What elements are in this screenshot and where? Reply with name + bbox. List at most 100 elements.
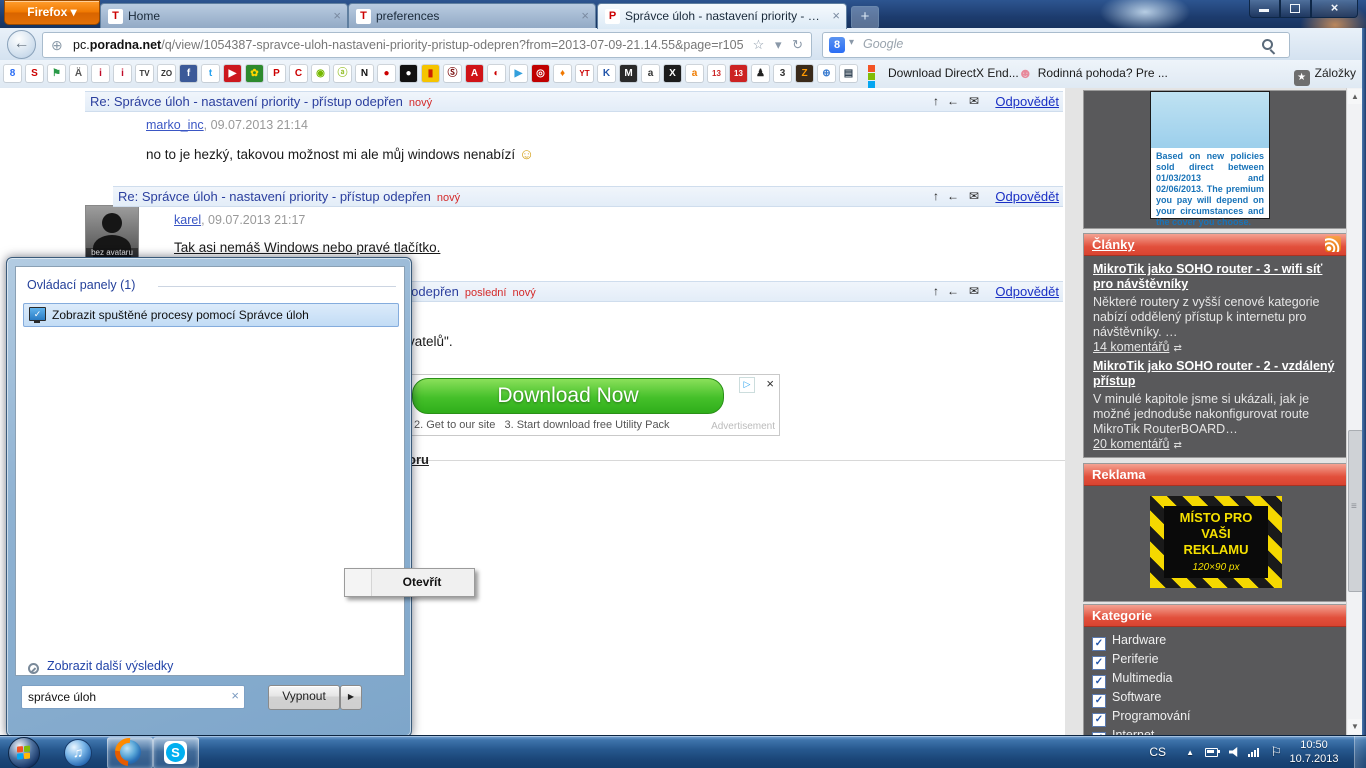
post-title[interactable]: Re: Správce úloh - nastavení priority - …	[90, 94, 403, 109]
translator-bookmark-icon[interactable]: Ä	[70, 65, 87, 82]
category-item-hardware[interactable]: ✓ Hardware	[1092, 633, 1346, 651]
articles-header-label[interactable]: Články	[1092, 237, 1135, 252]
close-icon[interactable]: ×	[581, 8, 589, 23]
checkbox-checked-icon[interactable]: ✓	[1092, 713, 1106, 727]
target-bookmark-icon[interactable]: ◎	[532, 65, 549, 82]
zing-bookmark-icon[interactable]: Z	[796, 65, 813, 82]
category-item-periferie[interactable]: ✓ Periferie	[1092, 652, 1346, 670]
minimize-button[interactable]	[1249, 0, 1280, 18]
globe-site-bookmark-icon[interactable]: ⊕	[818, 65, 835, 82]
bookmark-star-icon[interactable]: ☆	[753, 37, 765, 52]
bookmark-download-directx[interactable]: Download DirectX End...	[868, 65, 1019, 96]
shutdown-button[interactable]: Vypnout	[268, 685, 340, 710]
nhl-bookmark-icon[interactable]: N	[356, 65, 373, 82]
checkbox-checked-icon[interactable]: ✓	[1092, 694, 1106, 708]
bookmarks-menu-button[interactable]: ★ Záložky	[1293, 65, 1356, 86]
idnes-a-bookmark-icon[interactable]: i	[92, 65, 109, 82]
ski-bookmark-icon[interactable]: K	[598, 65, 615, 82]
checkbox-checked-icon[interactable]: ✓	[1092, 675, 1106, 689]
reload-icon[interactable]: ↻	[792, 37, 803, 52]
cesky-web-bookmark-icon[interactable]: C	[290, 65, 307, 82]
mail-icon[interactable]: ✉	[969, 92, 979, 111]
category-item-programování[interactable]: ✓ Programování	[1092, 709, 1346, 727]
shutdown-options-arrow[interactable]: ▶	[340, 685, 362, 710]
arrow-up-icon[interactable]: ↑	[933, 187, 939, 206]
poradna-net-bookmark-icon[interactable]: P	[268, 65, 285, 82]
scrollbar-down-button[interactable]: ▼	[1348, 719, 1362, 734]
flame-bookmark-icon[interactable]: ♦	[554, 65, 571, 82]
yt-mp3-bookmark-icon[interactable]: YT	[576, 65, 593, 82]
reply-link[interactable]: Odpovědět	[995, 282, 1059, 301]
reply-link[interactable]: Odpovědět	[995, 92, 1059, 111]
youtube-bookmark-icon[interactable]: ▶	[224, 65, 241, 82]
show-desktop-button[interactable]	[1354, 736, 1366, 768]
fotbal-bookmark-icon[interactable]: ●	[400, 65, 417, 82]
sport-ball-bookmark-icon[interactable]: ●	[378, 65, 395, 82]
sparta-praha-bookmark-icon[interactable]: Ⓢ	[444, 65, 461, 82]
adchoices-icon[interactable]: ▷	[739, 377, 755, 393]
twitter-bookmark-icon[interactable]: t	[202, 65, 219, 82]
alza-bookmark-icon[interactable]: a	[686, 65, 703, 82]
download-now-button[interactable]: Download Now	[412, 378, 724, 414]
scrollbar-thumb[interactable]	[1348, 430, 1363, 592]
sunflower-bookmark-icon[interactable]: ✿	[246, 65, 263, 82]
tab-preferences[interactable]: T preferences ×	[348, 3, 596, 29]
reader-bookmark-icon[interactable]: ▤	[840, 65, 857, 82]
bookmark-rodinna-pohoda[interactable]: ☻ Rodinná pohoda? Pre ...	[1018, 65, 1168, 83]
x-site-bookmark-icon[interactable]: X	[664, 65, 681, 82]
see-more-results-link[interactable]: Zobrazit další výsledky	[27, 659, 173, 673]
chevron-down-icon[interactable]: ▾	[775, 37, 782, 52]
category-item-software[interactable]: ✓ Software	[1092, 690, 1346, 708]
close-icon[interactable]: ×	[333, 8, 341, 23]
scrollbar-up-button[interactable]: ▲	[1348, 89, 1362, 104]
google-search-engine-icon[interactable]: 8	[829, 37, 845, 53]
arsenal-bookmark-icon[interactable]: A	[466, 65, 483, 82]
arrow-back-icon[interactable]: ←	[947, 92, 959, 111]
red-card-bookmark-icon[interactable]: ▮	[422, 65, 439, 82]
page-scrollbar[interactable]: ▲ ▼	[1346, 88, 1363, 735]
atlas-bookmark-icon[interactable]: a	[642, 65, 659, 82]
checkbox-checked-icon[interactable]: ✓	[1092, 656, 1106, 670]
android-app-bookmark-icon[interactable]: ⓐ	[334, 65, 351, 82]
tux-bookmark-icon[interactable]: ♟	[752, 65, 769, 82]
reply-link[interactable]: Odpovědět	[995, 187, 1059, 206]
nvidia-bookmark-icon[interactable]: ◉	[312, 65, 329, 82]
tv-13a-bookmark-icon[interactable]: 13	[708, 65, 725, 82]
google-bookmark-icon[interactable]: 8	[4, 65, 21, 82]
article-comments-link[interactable]: 20 komentářů	[1093, 437, 1169, 451]
zoom-tv-bookmark-icon[interactable]: ZO	[158, 65, 175, 82]
slavia-bookmark-icon[interactable]: ◐	[488, 65, 505, 82]
article-title-link[interactable]: MikroTik jako SOHO router - 2 - vzdálený…	[1093, 359, 1335, 388]
language-indicator[interactable]: CS	[1149, 745, 1166, 759]
tv-3-bookmark-icon[interactable]: 3	[774, 65, 791, 82]
tab-home[interactable]: T Home ×	[100, 3, 348, 29]
category-item-multimedia[interactable]: ✓ Multimedia	[1092, 671, 1346, 689]
mail-icon[interactable]: ✉	[969, 187, 979, 206]
chevron-down-icon[interactable]: ▾	[849, 37, 854, 48]
back-button[interactable]: ←	[7, 30, 36, 59]
skype-taskbar-button[interactable]: S	[153, 737, 199, 768]
tv-program-bookmark-icon[interactable]: TV	[136, 65, 153, 82]
post-title[interactable]: Re: Správce úloh - nastavení priority - …	[118, 189, 431, 204]
arrow-back-icon[interactable]: ←	[947, 282, 959, 301]
search-result-task-manager[interactable]: ✓ Zobrazit spuštěné procesy pomocí Správ…	[23, 303, 399, 327]
seznam-bookmark-icon[interactable]: S	[26, 65, 43, 82]
new-tab-button[interactable]: +	[851, 6, 879, 29]
close-ad-icon[interactable]: ×	[766, 376, 774, 391]
m-site-bookmark-icon[interactable]: M	[620, 65, 637, 82]
firefox-taskbar-button[interactable]	[107, 737, 153, 768]
tv-13b-bookmark-icon[interactable]: 13	[730, 65, 747, 82]
stream-play-bookmark-icon[interactable]: ▶	[510, 65, 527, 82]
arrow-up-icon[interactable]: ↑	[933, 282, 939, 301]
search-icon[interactable]	[1262, 39, 1273, 50]
insurance-ad[interactable]: Based on new policies sold direct betwee…	[1150, 91, 1270, 227]
start-search-box[interactable]: ×	[21, 685, 245, 709]
tray-expand-icon[interactable]: ▲	[1186, 748, 1194, 757]
rss-icon[interactable]	[1325, 236, 1341, 252]
reklama-placeholder-ad[interactable]: MÍSTO PRO VAŠI REKLAMU 120×90 px	[1150, 496, 1282, 588]
start-search-input[interactable]	[26, 687, 225, 707]
article-title-link[interactable]: MikroTik jako SOHO router - 3 - wifi síť…	[1093, 262, 1322, 291]
network-icon[interactable]	[1248, 748, 1262, 757]
facebook-bookmark-icon[interactable]: f	[180, 65, 197, 82]
search-bar[interactable]: 8 ▾ Google	[822, 32, 1290, 58]
